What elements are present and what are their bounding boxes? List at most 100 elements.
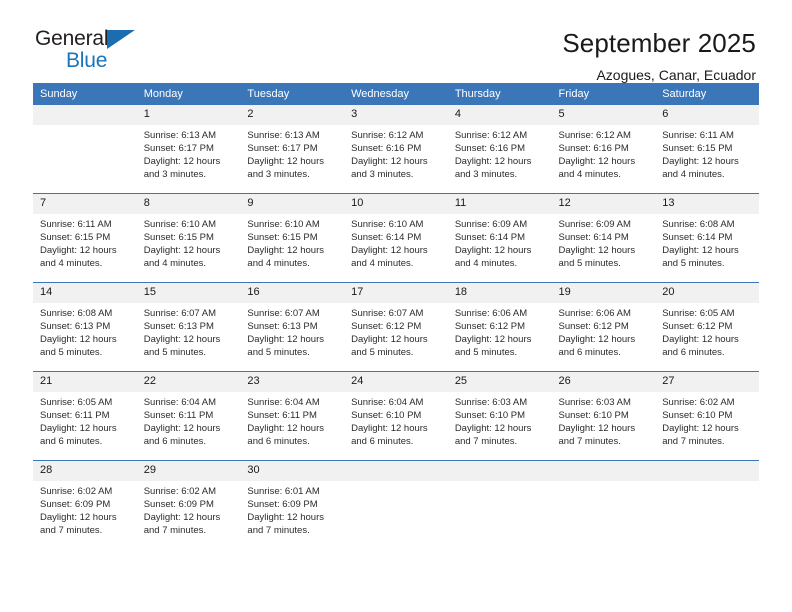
day-sun-info: Sunrise: 6:10 AM Sunset: 6:15 PM Daylight:… — [137, 214, 241, 270]
day-cell-inner: 20 Sunrise: 6:05 AM Sunset: 6:12 PM Dayligh… — [655, 283, 759, 371]
calendar-day-cell[interactable]: 17 Sunrise: 6:07 AM Sunset: 6:12 PM Dayligh… — [344, 282, 448, 372]
sunset-text: Sunset: 6:16 PM — [558, 143, 629, 154]
day-cell-inner — [551, 461, 656, 549]
day-number: 3 — [344, 105, 448, 125]
calendar-day-cell[interactable]: 25 Sunrise: 6:03 AM Sunset: 6:10 PM Dayligh… — [447, 371, 552, 461]
day-cell-inner: 3 Sunrise: 6:12 AM Sunset: 6:16 PM Daylight… — [344, 105, 448, 193]
general-blue-logo[interactable]: General Blue — [33, 28, 155, 72]
sunrise-text: Sunrise: 6:12 AM — [558, 130, 631, 141]
day-sun-info: Sunrise: 6:07 AM Sunset: 6:13 PM Daylight:… — [240, 303, 344, 359]
calendar-day-cell[interactable]: 15 Sunrise: 6:07 AM Sunset: 6:13 PM Dayligh… — [136, 282, 241, 372]
day-sun-info: Sunrise: 6:03 AM Sunset: 6:10 PM Daylight:… — [448, 392, 552, 448]
weekday-header-monday: Monday — [136, 83, 241, 105]
daylight-text-line2: and 7 minutes. — [143, 525, 207, 536]
sunset-text: Sunset: 6:11 PM — [40, 410, 110, 421]
calendar-day-cell[interactable]: 26 Sunrise: 6:03 AM Sunset: 6:10 PM Dayligh… — [551, 371, 656, 461]
sunset-text: Sunset: 6:12 PM — [454, 321, 526, 332]
day-cell-inner: 10 Sunrise: 6:10 AM Sunset: 6:14 PM Dayligh… — [344, 194, 448, 282]
calendar-day-cell[interactable]: 23 Sunrise: 6:04 AM Sunset: 6:11 PM Dayligh… — [240, 371, 345, 461]
day-sun-info: Sunrise: 6:07 AM Sunset: 6:12 PM Daylight:… — [344, 303, 448, 359]
daylight-text-line2: and 5 minutes. — [662, 258, 725, 269]
sunrise-text: Sunrise: 6:06 AM — [454, 308, 528, 319]
day-number: 10 — [344, 194, 448, 214]
weekday-header-thursday: Thursday — [447, 83, 552, 105]
calendar-day-cell[interactable]: 11 Sunrise: 6:09 AM Sunset: 6:14 PM Dayligh… — [447, 193, 552, 283]
calendar-day-cell[interactable]: 22 Sunrise: 6:04 AM Sunset: 6:11 PM Dayligh… — [136, 371, 241, 461]
daylight-text-line2: and 5 minutes. — [351, 347, 414, 358]
day-number: 28 — [33, 461, 137, 481]
daylight-text-line1: Daylight: 12 hours — [143, 423, 221, 434]
calendar-day-cell[interactable]: 12 Sunrise: 6:09 AM Sunset: 6:14 PM Dayligh… — [551, 193, 656, 283]
calendar-day-cell[interactable]: 27 Sunrise: 6:02 AM Sunset: 6:10 PM Dayligh… — [655, 371, 759, 461]
daylight-text-line2: and 3 minutes. — [143, 169, 207, 180]
sunrise-text: Sunrise: 6:12 AM — [454, 130, 528, 141]
sunset-text: Sunset: 6:12 PM — [662, 321, 733, 332]
calendar-day-cell[interactable]: 5 Sunrise: 6:12 AM Sunset: 6:16 PM Daylight… — [551, 105, 656, 194]
page-subtitle: Azogues, Canar, Ecuador — [596, 67, 756, 83]
weekday-header-saturday: Saturday — [655, 83, 759, 105]
daylight-text-line2: and 7 minutes. — [662, 436, 725, 447]
calendar-day-cell[interactable]: 19 Sunrise: 6:06 AM Sunset: 6:12 PM Dayligh… — [551, 282, 656, 372]
sunrise-text: Sunrise: 6:03 AM — [454, 397, 528, 408]
daylight-text-line1: Daylight: 12 hours — [143, 245, 221, 256]
day-sun-info: Sunrise: 6:02 AM Sunset: 6:09 PM Daylight:… — [33, 481, 137, 537]
sunrise-text: Sunrise: 6:09 AM — [454, 219, 528, 230]
triangle-icon — [107, 30, 135, 49]
day-cell-inner — [447, 461, 552, 549]
sunrise-text: Sunrise: 6:04 AM — [247, 397, 320, 408]
daylight-text-line2: and 5 minutes. — [40, 347, 103, 358]
calendar-day-cell[interactable]: 21 Sunrise: 6:05 AM Sunset: 6:11 PM Dayligh… — [33, 371, 137, 461]
calendar-day-cell[interactable]: 14 Sunrise: 6:08 AM Sunset: 6:13 PM Dayligh… — [33, 282, 137, 372]
calendar-day-cell[interactable]: 7 Sunrise: 6:11 AM Sunset: 6:15 PM Daylight… — [33, 193, 137, 283]
calendar-day-cell[interactable]: 9 Sunrise: 6:10 AM Sunset: 6:15 PM Daylight… — [240, 193, 345, 283]
daylight-text-line2: and 4 minutes. — [351, 258, 414, 269]
calendar-day-cell — [655, 460, 759, 549]
day-cell-inner: 4 Sunrise: 6:12 AM Sunset: 6:16 PM Daylight… — [447, 105, 552, 193]
sunrise-text: Sunrise: 6:03 AM — [558, 397, 631, 408]
sunrise-text: Sunrise: 6:06 AM — [558, 308, 631, 319]
calendar-day-cell[interactable]: 16 Sunrise: 6:07 AM Sunset: 6:13 PM Dayligh… — [240, 282, 345, 372]
calendar-week-row: 7 Sunrise: 6:11 AM Sunset: 6:15 PM Daylight… — [33, 193, 759, 283]
day-sun-info: Sunrise: 6:01 AM Sunset: 6:09 PM Daylight:… — [240, 481, 344, 537]
daylight-text-line1: Daylight: 12 hours — [351, 245, 428, 256]
calendar-day-cell[interactable]: 18 Sunrise: 6:06 AM Sunset: 6:12 PM Dayligh… — [447, 282, 552, 372]
day-sun-info: Sunrise: 6:08 AM Sunset: 6:14 PM Daylight:… — [655, 214, 759, 270]
calendar-day-cell[interactable]: 24 Sunrise: 6:04 AM Sunset: 6:10 PM Dayligh… — [344, 371, 448, 461]
calendar-day-cell — [33, 105, 137, 194]
day-number: 14 — [33, 283, 137, 303]
day-cell-inner: 15 Sunrise: 6:07 AM Sunset: 6:13 PM Dayligh… — [136, 283, 241, 371]
day-sun-info: Sunrise: 6:12 AM Sunset: 6:16 PM Daylight:… — [344, 125, 448, 181]
daylight-text-line2: and 4 minutes. — [454, 258, 518, 269]
sunset-text: Sunset: 6:09 PM — [40, 499, 111, 510]
daylight-text-line2: and 4 minutes. — [247, 258, 310, 269]
calendar-day-cell[interactable]: 13 Sunrise: 6:08 AM Sunset: 6:14 PM Dayligh… — [655, 193, 759, 283]
day-number — [33, 105, 137, 125]
day-cell-inner: 21 Sunrise: 6:05 AM Sunset: 6:11 PM Dayligh… — [33, 372, 137, 460]
calendar-day-cell[interactable]: 30 Sunrise: 6:01 AM Sunset: 6:09 PM Dayligh… — [240, 460, 345, 549]
calendar-day-cell[interactable]: 20 Sunrise: 6:05 AM Sunset: 6:12 PM Dayligh… — [655, 282, 759, 372]
calendar-day-cell[interactable]: 10 Sunrise: 6:10 AM Sunset: 6:14 PM Dayligh… — [344, 193, 448, 283]
calendar-day-cell[interactable]: 6 Sunrise: 6:11 AM Sunset: 6:15 PM Daylight… — [655, 105, 759, 194]
day-cell-inner: 17 Sunrise: 6:07 AM Sunset: 6:12 PM Dayligh… — [344, 283, 448, 371]
sunset-text: Sunset: 6:17 PM — [247, 143, 318, 154]
day-cell-inner: 11 Sunrise: 6:09 AM Sunset: 6:14 PM Dayligh… — [447, 194, 552, 282]
day-number: 22 — [136, 372, 241, 392]
calendar-day-cell[interactable]: 8 Sunrise: 6:10 AM Sunset: 6:15 PM Daylight… — [136, 193, 241, 283]
title-block: September 2025 Azogues, Canar, Ecuador — [562, 28, 759, 84]
calendar-day-cell[interactable]: 2 Sunrise: 6:13 AM Sunset: 6:17 PM Daylight… — [240, 105, 345, 194]
calendar-day-cell[interactable]: 4 Sunrise: 6:12 AM Sunset: 6:16 PM Daylight… — [447, 105, 552, 194]
day-number: 11 — [447, 194, 552, 214]
day-cell-inner: 12 Sunrise: 6:09 AM Sunset: 6:14 PM Dayligh… — [551, 194, 656, 282]
daylight-text-line1: Daylight: 12 hours — [143, 156, 221, 167]
calendar-day-cell[interactable]: 29 Sunrise: 6:02 AM Sunset: 6:09 PM Dayligh… — [136, 460, 241, 549]
day-number: 8 — [136, 194, 241, 214]
calendar-day-cell[interactable]: 1 Sunrise: 6:13 AM Sunset: 6:17 PM Daylight… — [136, 105, 241, 194]
daylight-text-line2: and 7 minutes. — [40, 525, 103, 536]
calendar-day-cell[interactable]: 3 Sunrise: 6:12 AM Sunset: 6:16 PM Daylight… — [344, 105, 448, 194]
sunrise-text: Sunrise: 6:08 AM — [40, 308, 113, 319]
calendar-day-cell[interactable]: 28 Sunrise: 6:02 AM Sunset: 6:09 PM Dayligh… — [33, 460, 137, 549]
daylight-text-line1: Daylight: 12 hours — [247, 334, 324, 345]
calendar-body: 1 Sunrise: 6:13 AM Sunset: 6:17 PM Daylight… — [33, 105, 759, 549]
sunset-text: Sunset: 6:15 PM — [143, 232, 214, 243]
sunrise-text: Sunrise: 6:07 AM — [247, 308, 320, 319]
